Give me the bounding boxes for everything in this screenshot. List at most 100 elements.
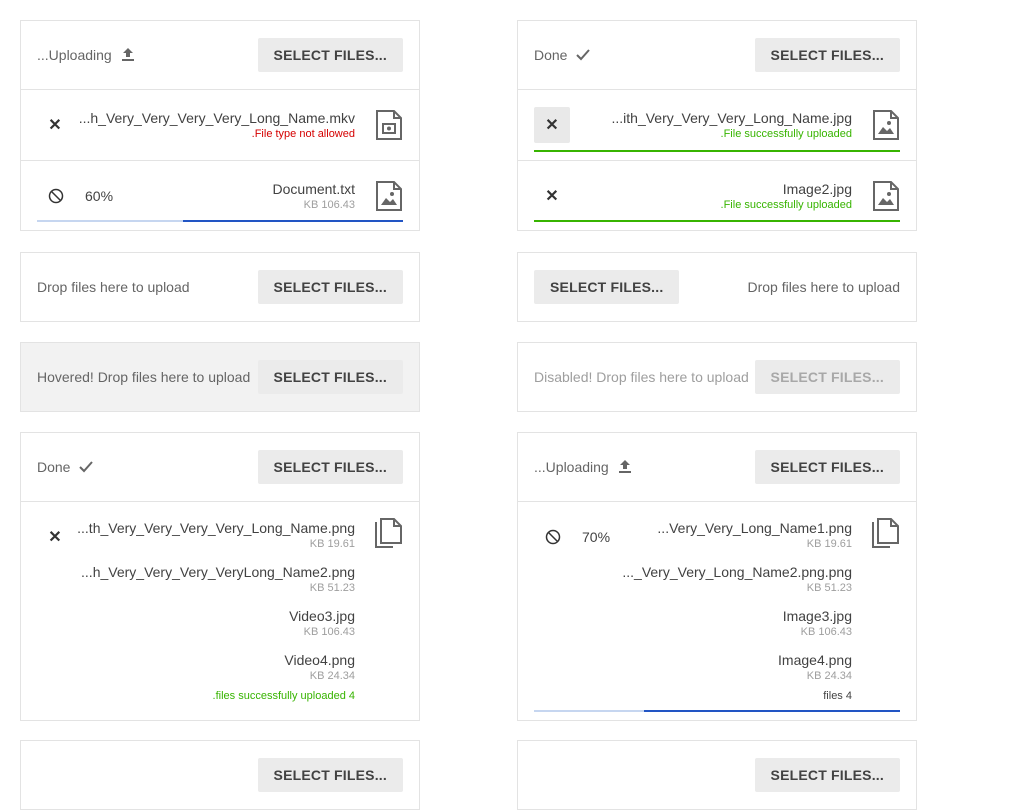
upload-done: Done SELECT FILES... ✕ ...ith_Very_Very_… <box>517 20 917 231</box>
dropzone[interactable]: Drop files here to upload SELECT FILES..… <box>518 253 916 321</box>
progress-bar <box>534 220 900 222</box>
drop-hint: Disabled! Drop files here to upload <box>534 369 749 385</box>
select-files-button[interactable]: SELECT FILES... <box>754 758 900 792</box>
check-icon <box>79 461 94 473</box>
select-files-button[interactable]: SELECT FILES... <box>754 38 900 72</box>
progress-bar-fill <box>183 220 403 222</box>
upload-status: ...Uploading <box>37 47 136 63</box>
progress-bar-fill <box>643 710 900 712</box>
batch-file: ...h_Very_Very_Very_VeryLong_Name2.png K… <box>81 564 355 596</box>
upload-empty: Drop files here to upload SELECT FILES..… <box>20 252 420 322</box>
file-size: KB 51.23 <box>806 582 852 594</box>
upload-progress-text: 60% <box>85 188 114 204</box>
upload-status: Done <box>37 459 94 475</box>
upload-header: Done SELECT FILES... <box>21 433 419 501</box>
progress-bar <box>534 150 900 152</box>
remove-file-button[interactable]: ✕ <box>37 107 73 143</box>
image-file-icon <box>376 181 402 211</box>
file-item: ✕ Image2.jpg .File successfully uploaded <box>518 160 916 230</box>
select-files-button[interactable]: SELECT FILES... <box>257 758 403 792</box>
upload-header: ...Uploading SELECT FILES... <box>518 433 916 501</box>
file-size: KB 19.61 <box>309 538 355 550</box>
batch-file-list: ✕ ...th_Very_Very_Very_Very_Long_Name.pn… <box>21 501 419 720</box>
select-files-button[interactable]: SELECT FILES... <box>257 450 403 484</box>
file-success: .File successfully uploaded <box>720 128 852 140</box>
batch-summary: .files successfully uploaded 4 <box>212 690 355 702</box>
image-file-icon <box>873 181 899 211</box>
file-name: Image4.png <box>778 652 852 668</box>
dropzone: Disabled! Drop files here to upload SELE… <box>518 343 916 411</box>
upload-partial: SELECT FILES... <box>517 740 917 810</box>
file-name: ...h_Very_Very_Very_Very_Long_Name.mkv <box>78 110 355 126</box>
image-file-icon <box>873 110 899 140</box>
select-files-button[interactable]: SELECT FILES... <box>257 360 403 394</box>
progress-bar <box>37 220 403 222</box>
copy-files-icon <box>375 518 402 548</box>
file-name: Document.txt <box>272 181 355 197</box>
upload-progress-text: 70% <box>582 529 611 545</box>
dropzone[interactable]: Hovered! Drop files here to upload SELEC… <box>21 343 419 411</box>
file-name: Image3.jpg <box>782 608 852 624</box>
progress-bar <box>534 710 900 712</box>
remove-file-button[interactable]: ✕ <box>534 178 570 214</box>
file-name: ..._Very_Very_Long_Name2.png.png <box>622 564 852 580</box>
file-item: ✕ ...ith_Very_Very_Very_Long_Name.jpg .F… <box>518 90 916 160</box>
file-name: Video3.jpg <box>289 608 355 624</box>
upload-partial: SELECT FILES... <box>20 740 420 810</box>
upload-header: SELECT FILES... <box>518 741 916 809</box>
file-list: ✕ ...h_Very_Very_Very_Very_Long_Name.mkv… <box>21 89 419 230</box>
file-size: KB 19.61 <box>806 538 852 550</box>
file-list: ✕ ...ith_Very_Very_Very_Long_Name.jpg .F… <box>518 89 916 230</box>
file-name: ...Very_Very_Long_Name1.png <box>657 520 852 536</box>
file-size: KB 24.34 <box>806 670 852 682</box>
upload-header: ...Uploading SELECT FILES... <box>21 21 419 89</box>
file-success: .File successfully uploaded <box>720 199 852 211</box>
upload-header: SELECT FILES... <box>21 741 419 809</box>
batch-file: ..._Very_Very_Long_Name2.png.png KB 51.2… <box>622 564 852 596</box>
drop-hint: Drop files here to upload <box>37 279 190 295</box>
upload-icon <box>121 48 134 61</box>
check-icon <box>576 49 591 61</box>
batch-file: Video4.png KB 24.34 <box>284 652 355 684</box>
remove-file-button[interactable]: ✕ <box>534 107 570 143</box>
upload-disabled: Disabled! Drop files here to upload SELE… <box>517 342 917 412</box>
file-name: Image2.jpg <box>782 181 852 197</box>
select-files-button[interactable]: SELECT FILES... <box>257 270 403 304</box>
batch-file: Image4.png KB 24.34 <box>778 652 852 684</box>
file-size: KB 106.43 <box>800 626 852 638</box>
select-files-button[interactable]: SELECT FILES... <box>754 450 900 484</box>
drop-hint: Drop files here to upload <box>747 279 900 295</box>
batch-file: Image3.jpg KB 106.43 <box>783 608 852 640</box>
batch-summary: files 4 <box>823 690 852 702</box>
file-size: KB 106.43 <box>303 626 355 638</box>
upload-icon <box>618 460 631 473</box>
dropzone[interactable]: Drop files here to upload SELECT FILES..… <box>21 253 419 321</box>
file-name: ...th_Very_Very_Very_Very_Long_Name.png <box>77 520 355 536</box>
upload-uploading: ...Uploading SELECT FILES... ✕ ...h_Very… <box>20 20 420 231</box>
status-text: ...Uploading <box>37 47 112 63</box>
upload-empty-rtl: Drop files here to upload SELECT FILES..… <box>517 252 917 322</box>
select-files-button: SELECT FILES... <box>754 360 900 394</box>
cancel-upload-icon[interactable] <box>544 528 562 546</box>
file-name: ...h_Very_Very_Very_VeryLong_Name2.png <box>81 564 355 580</box>
file-name: Video4.png <box>284 652 355 668</box>
file-size: KB 106.43 <box>303 199 355 211</box>
select-files-button[interactable]: SELECT FILES... <box>257 38 403 72</box>
upload-status: Done <box>534 47 591 63</box>
status-text: Done <box>534 47 568 63</box>
upload-status: ...Uploading <box>534 459 633 475</box>
copy-files-icon <box>872 518 899 548</box>
batch-file: ...Very_Very_Long_Name1.png KB 19.61 <box>657 520 852 552</box>
file-name: ...ith_Very_Very_Very_Long_Name.jpg <box>611 110 853 126</box>
batch-file: Video3.jpg KB 106.43 <box>289 608 355 640</box>
file-size: KB 51.23 <box>309 582 355 594</box>
cancel-upload-icon[interactable] <box>47 187 65 205</box>
drop-hint: Hovered! Drop files here to upload <box>37 369 251 385</box>
remove-batch-button[interactable]: ✕ <box>37 519 73 555</box>
file-item: ✕ ...h_Very_Very_Very_Very_Long_Name.mkv… <box>21 90 419 160</box>
status-text: ...Uploading <box>534 459 609 475</box>
file-error: .File type not allowed <box>251 128 355 140</box>
upload-batch-uploading: ...Uploading SELECT FILES... 70% ...Very… <box>517 432 917 721</box>
select-files-button[interactable]: SELECT FILES... <box>534 270 680 304</box>
status-text: Done <box>37 459 71 475</box>
